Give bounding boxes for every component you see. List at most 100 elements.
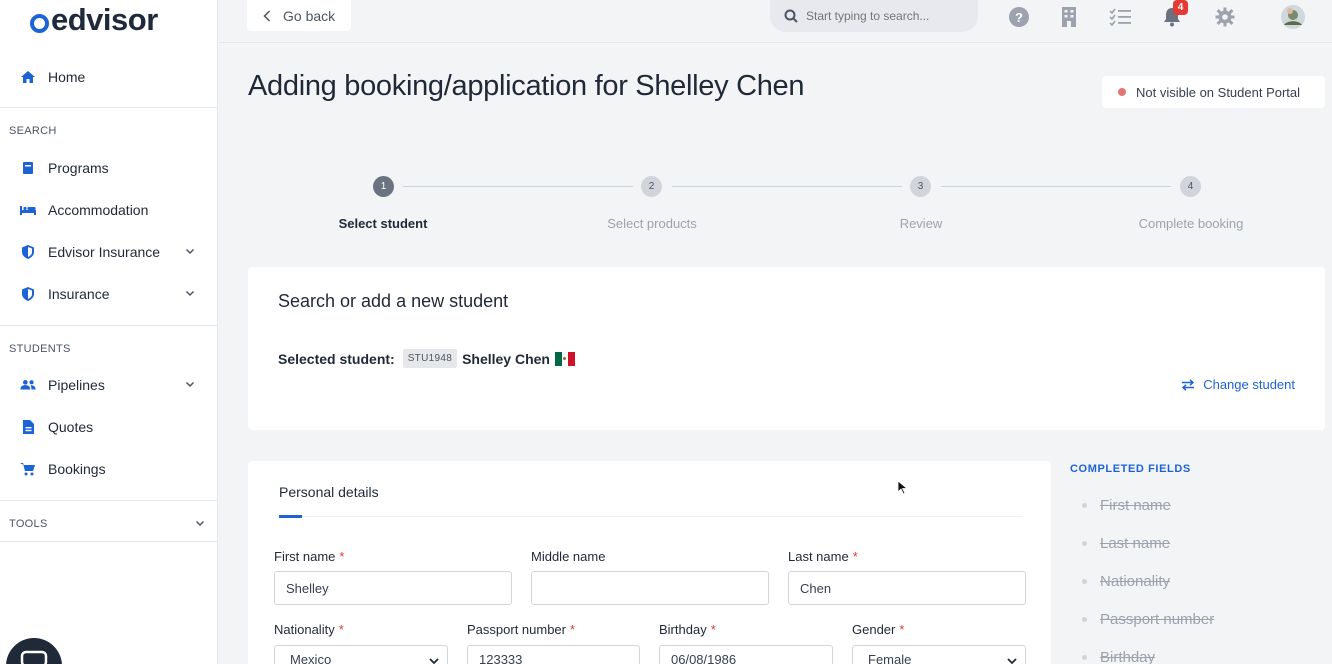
first-name-label: First name * bbox=[274, 549, 345, 564]
sidebar-item-home[interactable]: Home bbox=[0, 59, 218, 95]
bullet-icon bbox=[1082, 579, 1087, 584]
personal-details-card: Personal details First name * Middle name… bbox=[248, 461, 1051, 664]
building-icon[interactable] bbox=[1058, 6, 1080, 28]
chevron-down-icon[interactable] bbox=[184, 378, 196, 390]
step-2-label: Select products bbox=[607, 216, 697, 231]
step-3-label: Review bbox=[899, 216, 943, 231]
svg-text:?: ? bbox=[1015, 10, 1023, 25]
first-name-field[interactable]: Shelley bbox=[274, 571, 512, 605]
active-tab-indicator bbox=[279, 515, 302, 518]
step-4-circle[interactable]: 4 bbox=[1180, 176, 1201, 197]
sidebar-divider bbox=[0, 325, 218, 326]
shield-icon bbox=[20, 244, 36, 260]
sidebar-item-pipelines[interactable]: Pipelines bbox=[0, 367, 218, 403]
bed-icon bbox=[20, 202, 36, 218]
change-student-label: Change student bbox=[1203, 377, 1295, 392]
section-label-students: STUDENTS bbox=[9, 343, 71, 355]
checklist-icon[interactable] bbox=[1109, 6, 1131, 28]
step-2-circle[interactable]: 2 bbox=[641, 176, 662, 197]
step-4-label: Complete booking bbox=[1138, 216, 1244, 231]
sidebar-item-label: Accommodation bbox=[48, 202, 149, 218]
notifications-bell-icon[interactable]: 4 bbox=[1161, 0, 1188, 28]
passport-number-field[interactable]: 123333 bbox=[467, 645, 640, 664]
middle-name-label: Middle name bbox=[531, 549, 606, 564]
tab-divider bbox=[279, 516, 1023, 517]
birthday-field[interactable]: 06/08/1986 bbox=[659, 645, 833, 664]
change-student-link[interactable]: Change student bbox=[1181, 377, 1295, 392]
avatar[interactable] bbox=[1281, 5, 1305, 29]
sidebar-item-tools[interactable]: TOOLS bbox=[0, 506, 218, 542]
chevron-down-icon[interactable] bbox=[184, 287, 196, 299]
completed-field-item: Last name bbox=[1082, 535, 1170, 552]
chevron-down-icon[interactable] bbox=[184, 245, 196, 257]
last-name-field[interactable]: Chen bbox=[788, 571, 1026, 605]
mexico-flag-icon bbox=[554, 351, 575, 366]
section-label-tools: TOOLS bbox=[9, 518, 48, 530]
chat-launcher-button[interactable] bbox=[6, 638, 62, 664]
top-bar: Go back ? 4 bbox=[219, 0, 1332, 43]
cart-icon bbox=[20, 461, 36, 477]
completed-field-item: Birthday bbox=[1082, 649, 1155, 664]
sidebar-item-edvisor-insurance[interactable]: Edvisor Insurance bbox=[0, 234, 218, 270]
step-3-circle[interactable]: 3 bbox=[910, 176, 931, 197]
book-icon bbox=[20, 160, 36, 176]
sidebar-item-insurance[interactable]: Insurance bbox=[0, 276, 218, 312]
sidebar-divider bbox=[0, 107, 218, 108]
completed-field-item: Passport number bbox=[1082, 611, 1214, 628]
edvisor-logo[interactable]: edvisor bbox=[30, 2, 158, 38]
sidebar-item-label: Home bbox=[48, 69, 86, 85]
sidebar-item-label: Bookings bbox=[48, 461, 106, 477]
sidebar-item-label: Edvisor Insurance bbox=[48, 244, 161, 260]
sidebar-item-accommodation[interactable]: Accommodation bbox=[0, 192, 218, 228]
home-icon bbox=[20, 69, 36, 85]
portal-visibility-status[interactable]: Not visible on Student Portal bbox=[1102, 76, 1325, 108]
sidebar-item-label: Pipelines bbox=[48, 377, 105, 393]
bullet-icon bbox=[1082, 655, 1087, 660]
go-back-button[interactable]: Go back bbox=[247, 0, 351, 31]
go-back-label: Go back bbox=[283, 7, 336, 24]
sidebar: edvisor Home SEARCH Programs Accommodati… bbox=[0, 0, 218, 664]
sidebar-item-programs[interactable]: Programs bbox=[0, 150, 218, 186]
selected-student-row: Selected student: STU1948 Shelley Chen bbox=[278, 349, 575, 368]
notification-count-badge: 4 bbox=[1173, 0, 1188, 15]
bullet-icon bbox=[1082, 541, 1087, 546]
portal-visibility-label: Not visible on Student Portal bbox=[1136, 84, 1301, 100]
chevron-down-icon bbox=[1007, 658, 1017, 664]
global-search[interactable] bbox=[770, 0, 978, 32]
sidebar-item-quotes[interactable]: Quotes bbox=[0, 409, 218, 445]
search-icon bbox=[784, 9, 798, 23]
gear-icon[interactable] bbox=[1214, 6, 1236, 28]
personal-details-tab[interactable]: Personal details bbox=[279, 484, 379, 500]
nationality-select[interactable]: Mexico bbox=[274, 645, 448, 664]
stepper-connector bbox=[672, 186, 902, 187]
chevron-left-icon bbox=[263, 9, 271, 22]
logo-ring-icon bbox=[30, 13, 49, 33]
student-selection-card: Search or add a new student Selected stu… bbox=[248, 267, 1325, 430]
sidebar-divider bbox=[0, 500, 218, 501]
birthday-label: Birthday * bbox=[659, 622, 716, 637]
sidebar-item-bookings[interactable]: Bookings bbox=[0, 451, 218, 487]
completed-field-item: Nationality bbox=[1082, 573, 1170, 590]
student-name[interactable]: Shelley Chen bbox=[462, 351, 550, 367]
nationality-label: Nationality * bbox=[274, 622, 344, 637]
page-title: Adding booking/application for Shelley C… bbox=[248, 70, 805, 102]
section-label-search: SEARCH bbox=[9, 125, 57, 137]
selected-student-label: Selected student: bbox=[278, 350, 395, 367]
last-name-label: Last name * bbox=[788, 549, 858, 564]
middle-name-field[interactable] bbox=[531, 571, 769, 605]
sidebar-item-label: Quotes bbox=[48, 419, 94, 435]
nationality-value: Mexico bbox=[290, 652, 332, 664]
step-1-circle[interactable]: 1 bbox=[373, 176, 394, 197]
student-id-badge: STU1948 bbox=[402, 349, 458, 368]
help-icon[interactable]: ? bbox=[1008, 6, 1030, 28]
gender-value: Female bbox=[868, 652, 912, 664]
chevron-down-icon[interactable] bbox=[194, 517, 206, 529]
gender-select[interactable]: Female bbox=[852, 645, 1026, 664]
search-input[interactable] bbox=[806, 9, 966, 23]
logo-text: edvisor bbox=[51, 2, 158, 37]
users-icon bbox=[20, 377, 36, 393]
stepper-connector bbox=[403, 186, 633, 187]
completed-field-item: First name bbox=[1082, 497, 1171, 514]
completed-fields-title: COMPLETED FIELDS bbox=[1070, 463, 1191, 475]
chat-icon bbox=[20, 650, 48, 664]
